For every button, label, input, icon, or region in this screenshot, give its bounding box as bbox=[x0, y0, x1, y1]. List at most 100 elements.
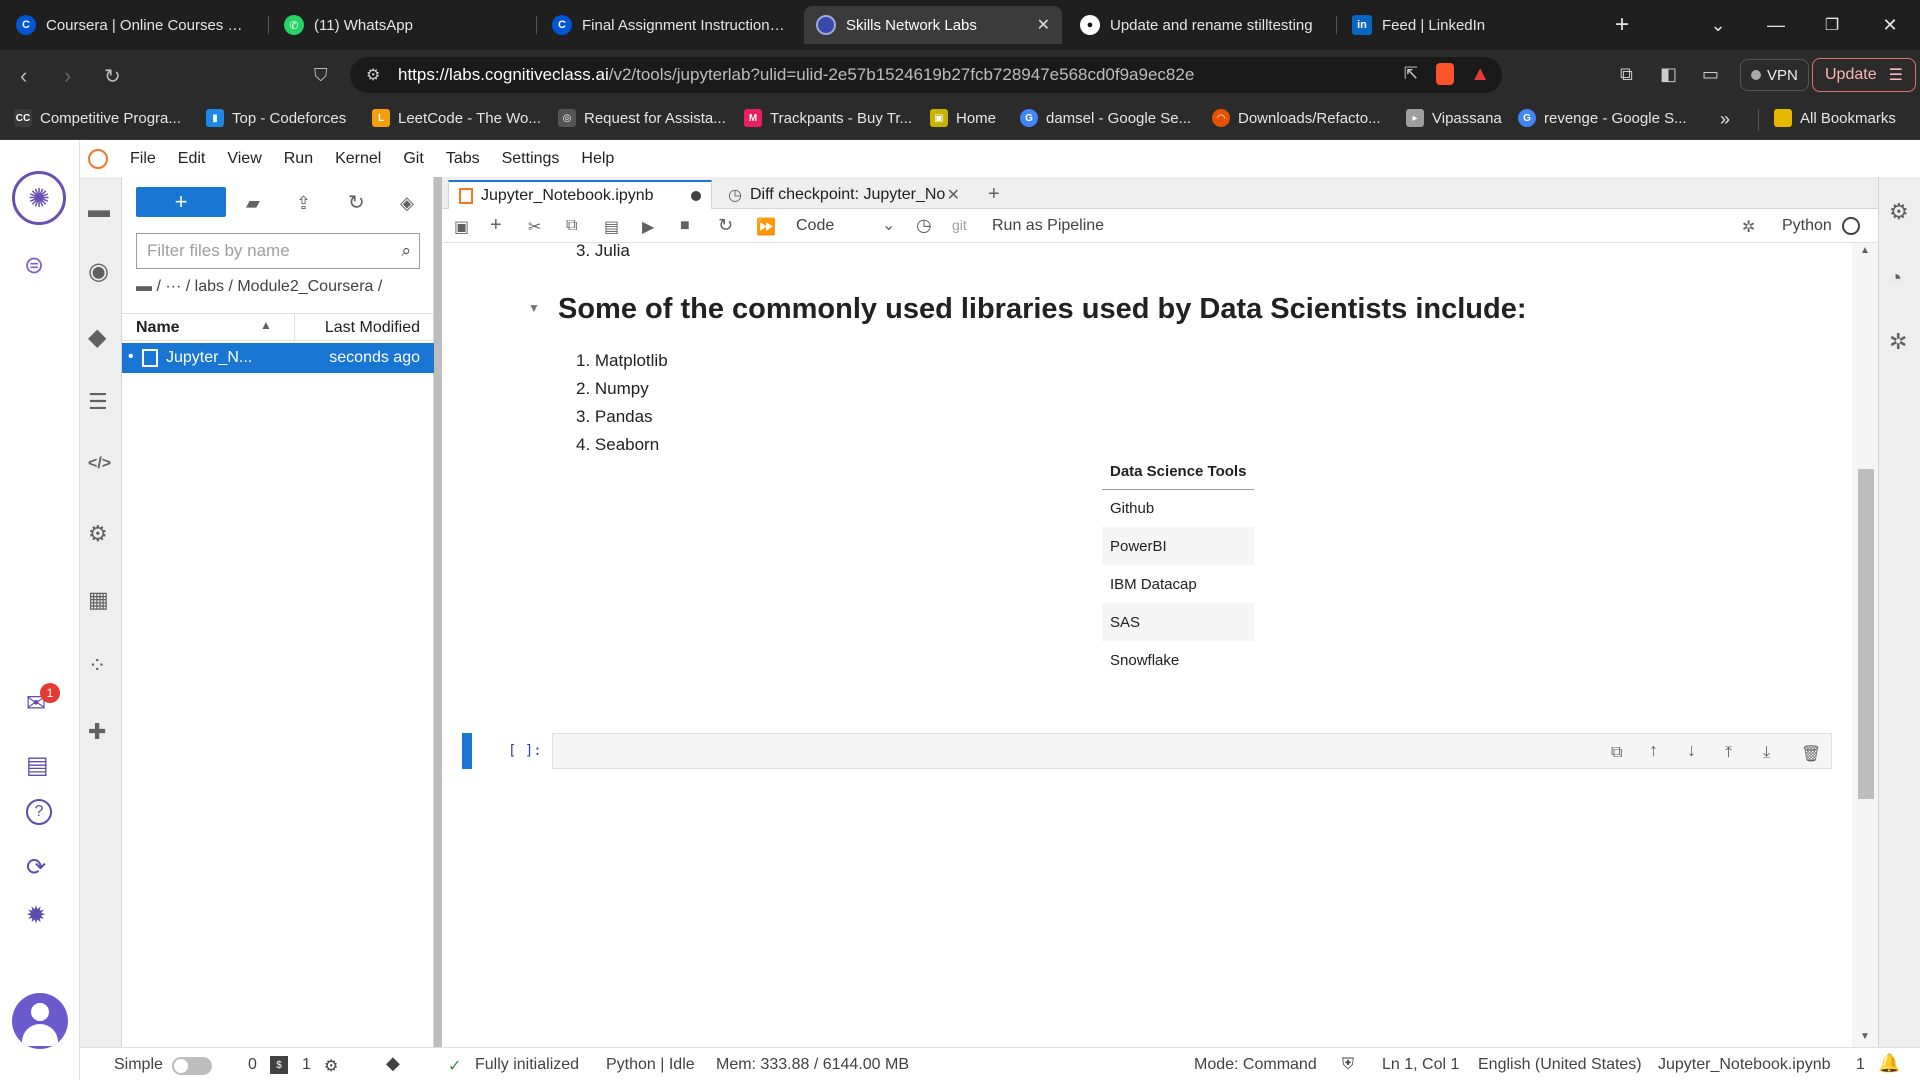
terminal-icon[interactable]: $ bbox=[270, 1056, 288, 1074]
language-indicator[interactable]: English (United States) bbox=[1478, 1056, 1642, 1074]
site-info-icon[interactable]: ⚙ bbox=[366, 65, 380, 85]
git-label[interactable]: git bbox=[952, 217, 967, 233]
bookmark-item[interactable]: Grevenge - Google S... bbox=[1518, 109, 1687, 127]
menu-run[interactable]: Run bbox=[284, 150, 313, 168]
init-status[interactable]: Fully initialized bbox=[475, 1056, 579, 1074]
column-last-modified[interactable]: Last Modified bbox=[325, 319, 420, 337]
close-icon[interactable]: ✕ bbox=[947, 185, 960, 205]
bookmark-item[interactable]: M Trackpants - Buy Tr... bbox=[744, 109, 912, 127]
debugger-icon[interactable]: ✲ bbox=[1889, 329, 1907, 355]
window-close-button[interactable]: ✕ bbox=[1862, 0, 1918, 50]
running-icon[interactable]: ◉ bbox=[88, 257, 114, 285]
move-up-icon[interactable]: ↑ bbox=[1649, 740, 1667, 760]
wallet-icon[interactable]: ▭ bbox=[1702, 64, 1719, 85]
duplicate-cell-icon[interactable]: ⧉ bbox=[1611, 744, 1629, 762]
kernel-chip-icon[interactable]: ⚙ bbox=[324, 1056, 338, 1076]
debugger-icon[interactable]: ✲ bbox=[1742, 217, 1760, 236]
bookmark-item[interactable]: L LeetCode - The Wo... bbox=[372, 109, 541, 127]
insert-below-icon[interactable]: ⤓ bbox=[1763, 744, 1781, 762]
add-tab-button[interactable]: + bbox=[978, 180, 1010, 209]
forward-icon[interactable]: › bbox=[64, 63, 71, 89]
paste-icon[interactable]: ▤ bbox=[604, 217, 622, 236]
code-cell-input[interactable]: ⧉ ↑ ↓ ⤒ ⤓ 🗑 bbox=[552, 733, 1832, 769]
restore-button[interactable]: ❐ bbox=[1804, 0, 1860, 50]
new-launcher-button[interactable]: + bbox=[136, 187, 226, 217]
column-name[interactable]: Name bbox=[136, 319, 180, 337]
kernel-name[interactable]: Python bbox=[1782, 217, 1832, 235]
git-status-icon[interactable]: ◆ bbox=[386, 1053, 400, 1074]
git-clone-icon[interactable]: ◈ bbox=[400, 193, 420, 213]
shield-icon[interactable]: ⛨ bbox=[1342, 1056, 1354, 1074]
refresh-icon[interactable]: ↻ bbox=[348, 190, 368, 214]
scroll-up-icon[interactable]: ▲ bbox=[1860, 245, 1870, 256]
browser-tab-github[interactable]: ● Update and rename stilltesting bbox=[1068, 6, 1332, 44]
tab-jupyter-notebook[interactable]: Jupyter_Notebook.ipynb bbox=[448, 180, 712, 209]
menu-git[interactable]: Git bbox=[403, 150, 423, 168]
theme-icon[interactable]: ✹ bbox=[26, 901, 46, 930]
copy-icon[interactable]: ⧉ bbox=[566, 217, 584, 235]
pipeline-icon[interactable]: ▦ bbox=[88, 587, 114, 613]
extensions-icon[interactable]: ⧉ bbox=[1620, 64, 1633, 85]
menu-tabs[interactable]: Tabs bbox=[446, 150, 480, 168]
tab-diff-checkpoint[interactable]: ◷ Diff checkpoint: Jupyter_No ✕ bbox=[718, 180, 970, 209]
collapse-caret-icon[interactable]: ▼ bbox=[528, 301, 540, 315]
simple-mode-toggle[interactable] bbox=[172, 1057, 212, 1075]
bookmark-icon[interactable]: ⛉ bbox=[314, 65, 328, 86]
mode-indicator[interactable]: Mode: Command bbox=[1194, 1056, 1317, 1074]
bookmark-item[interactable]: ▸ Vipassana bbox=[1406, 109, 1502, 127]
all-bookmarks-button[interactable]: All Bookmarks bbox=[1774, 109, 1896, 127]
components-icon[interactable]: ⁘ bbox=[88, 653, 114, 679]
file-row[interactable]: • Jupyter_N... seconds ago bbox=[122, 343, 434, 373]
menu-file[interactable]: File bbox=[130, 150, 156, 168]
insert-cell-icon[interactable]: + bbox=[490, 214, 508, 236]
breadcrumb[interactable]: ▬ / ··· / labs / Module2_Coursera / bbox=[136, 278, 382, 296]
tab-search-icon[interactable]: ⌄ bbox=[1690, 0, 1746, 50]
cut-icon[interactable]: ✂ bbox=[528, 217, 546, 236]
sidebar-toggle-icon[interactable]: ◧ bbox=[1660, 64, 1677, 85]
insert-above-icon[interactable]: ⤒ bbox=[1725, 744, 1743, 762]
cell-type-select[interactable]: Code ⌄ bbox=[796, 217, 895, 235]
menu-kernel[interactable]: Kernel bbox=[335, 150, 381, 168]
bookmark-item[interactable]: ◎ Request for Assista... bbox=[558, 109, 726, 127]
fast-forward-icon[interactable]: ⏩ bbox=[756, 217, 776, 236]
run-icon[interactable]: ▶ bbox=[642, 217, 660, 236]
scrollbar[interactable]: ▲ ▼ bbox=[1852, 243, 1878, 1047]
scrollbar-thumb[interactable] bbox=[1858, 469, 1874, 799]
browser-tab-skills-network[interactable]: Skills Network Labs ✕ bbox=[804, 6, 1062, 44]
code-icon[interactable]: </> bbox=[88, 455, 114, 481]
bookmark-item[interactable]: ▮ Top - Codeforces bbox=[206, 109, 346, 127]
bookmark-item[interactable]: CC Competitive Progra... bbox=[14, 109, 181, 127]
delete-cell-icon[interactable]: 🗑 bbox=[1801, 744, 1821, 763]
clock-icon[interactable]: ◷ bbox=[916, 215, 934, 235]
help-icon[interactable]: ? bbox=[26, 799, 52, 825]
notes-icon[interactable]: ▤ bbox=[26, 751, 49, 780]
menu-edit[interactable]: Edit bbox=[178, 150, 206, 168]
folder-icon[interactable]: ▬ bbox=[88, 197, 114, 223]
more-bookmarks-icon[interactable]: » bbox=[1720, 109, 1730, 130]
filter-files-input[interactable]: Filter files by name ⌕ bbox=[136, 233, 420, 269]
reload-icon[interactable]: ↻ bbox=[104, 64, 121, 89]
run-as-pipeline-button[interactable]: Run as Pipeline bbox=[992, 217, 1104, 235]
bell-icon[interactable]: 🔔 bbox=[1878, 1053, 1900, 1074]
browser-tab-assignment[interactable]: C Final Assignment Instructions: C bbox=[540, 6, 802, 44]
url-field[interactable]: ⚙ https://labs.cognitiveclass.ai/v2/tool… bbox=[350, 57, 1502, 93]
close-icon[interactable]: ✕ bbox=[1037, 15, 1050, 35]
bookmark-item[interactable]: ◠ Downloads/Refacto... bbox=[1212, 109, 1381, 127]
new-folder-icon[interactable]: ▰ bbox=[246, 193, 266, 213]
panel-splitter[interactable] bbox=[434, 177, 442, 1047]
browser-tab-linkedin[interactable]: in Feed | LinkedIn bbox=[1340, 6, 1598, 44]
brave-shield-icon[interactable] bbox=[1436, 63, 1454, 85]
property-inspector-icon[interactable]: ⚙ bbox=[88, 521, 114, 547]
menu-settings[interactable]: Settings bbox=[502, 150, 560, 168]
move-down-icon[interactable]: ↓ bbox=[1687, 740, 1705, 760]
browser-tab-whatsapp[interactable]: ✆ (11) WhatsApp bbox=[272, 6, 530, 44]
restart-icon[interactable]: ↻ bbox=[718, 215, 736, 235]
minimize-button[interactable]: — bbox=[1748, 0, 1804, 50]
back-icon[interactable]: ‹ bbox=[20, 63, 27, 89]
skills-network-logo[interactable]: ✺ bbox=[12, 171, 66, 225]
menu-view[interactable]: View bbox=[227, 150, 261, 168]
git-icon[interactable]: ◆ bbox=[88, 323, 114, 351]
share-icon[interactable]: ⇱ bbox=[1404, 64, 1418, 84]
extension-icon[interactable]: ✚ bbox=[88, 719, 114, 745]
new-tab-button[interactable]: + bbox=[1594, 0, 1650, 50]
